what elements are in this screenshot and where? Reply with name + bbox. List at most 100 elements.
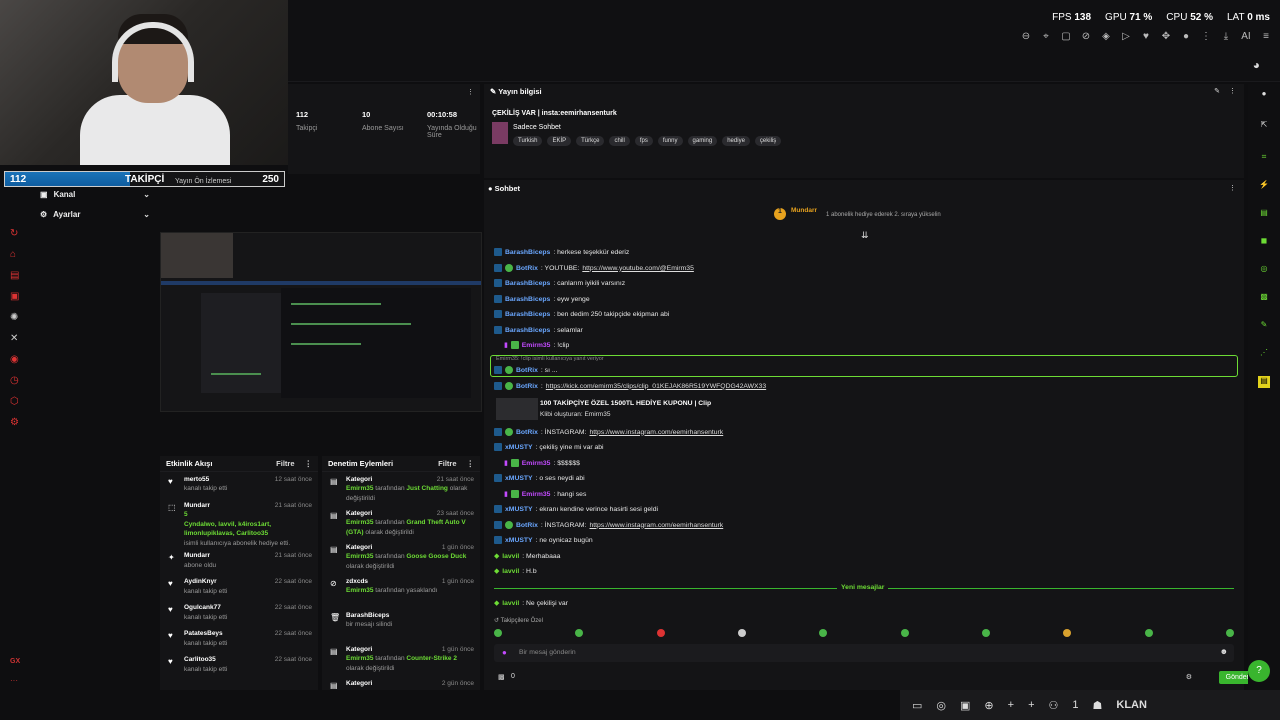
chat-message[interactable]: BotRix: İNSTAGRAM: https://www.instagram.… (494, 521, 723, 529)
filter-button[interactable]: Filtre (438, 459, 456, 468)
emote-icon[interactable] (1225, 629, 1234, 637)
chat-link[interactable]: https://www.instagram.com/eemirhansentur… (589, 429, 723, 436)
tag-chip[interactable]: fps (634, 136, 653, 146)
share-icon[interactable]: ⋰ (1258, 348, 1270, 360)
moderator[interactable]: Emirm35 (346, 485, 373, 492)
moderation-item[interactable]: ▤ Kategori Emirm35 tarafından Grand Theft … (322, 506, 480, 540)
emote-icon[interactable] (981, 629, 990, 637)
zoom-icon[interactable]: ⊖ (1020, 31, 1032, 42)
emote-icon[interactable] (819, 629, 828, 637)
chat-link[interactable]: https://kick.com/emirm35/clips/clip_01KE… (546, 383, 766, 390)
chat-message[interactable]: xMUSTY: o ses neydi abi (494, 474, 585, 482)
activity-item[interactable]: ♥ PatatesBeys kanalı takip etti 22 saat önc… (160, 626, 318, 652)
settings-gear-icon[interactable]: ⚙ (1186, 673, 1192, 681)
menu-icon[interactable]: ≡ (1260, 31, 1272, 42)
broadcast-icon[interactable]: ◎ (1258, 264, 1270, 276)
players-icon[interactable]: ⚇ (1049, 699, 1059, 712)
chat-username[interactable]: BarashBiceps (505, 327, 550, 334)
emote-icon[interactable] (1063, 629, 1072, 637)
chat-icon[interactable]: ▭ (912, 699, 922, 712)
tag-chip[interactable]: Türkçe (576, 136, 605, 146)
activity-item[interactable]: ⬚ Mundarr 5 Cyndalwo, lavvil, k4iros1art, l… (160, 498, 318, 548)
chat-username[interactable]: xMUSTY (505, 444, 533, 451)
settings-icon[interactable]: ⚙ (10, 417, 19, 428)
help-button[interactable]: ? (1248, 660, 1270, 682)
globe-icon[interactable]: ⊕ (984, 699, 993, 712)
bolt-icon[interactable]: ⚡ (1258, 180, 1270, 192)
heart-icon[interactable]: ♥ (1140, 31, 1152, 42)
moderator[interactable]: Emirm35 (346, 519, 373, 526)
more-icon[interactable]: ⋮ (1229, 87, 1236, 95)
moderator[interactable]: Emirm35 (346, 587, 373, 594)
gift-icon[interactable]: ▩ (1258, 292, 1270, 304)
chat-message[interactable]: BotRix: YOUTUBE: https://www.youtube.com/… (494, 264, 694, 272)
play-icon[interactable]: ▷ (1120, 31, 1132, 42)
emote-icon[interactable] (900, 629, 909, 637)
chat-username[interactable]: Emirm35 (522, 460, 551, 467)
more-icon[interactable]: ⋮ (467, 459, 475, 468)
chat-username[interactable]: BotRix (516, 522, 538, 529)
moderation-item[interactable]: ▤ Kategori 2 gün önce (322, 676, 480, 710)
edit-icon[interactable]: ✎ (1214, 87, 1220, 95)
more-icon[interactable]: ⋮ (467, 88, 474, 96)
chat-message[interactable]: BarashBiceps: eyw yenge (494, 295, 590, 303)
chat-link[interactable]: https://www.youtube.com/@Emirm35 (582, 265, 694, 272)
nav-kanal[interactable]: ▣ Kanal ⌄ (40, 190, 150, 199)
clan-icon[interactable]: ☗ (1093, 699, 1103, 712)
chat-username[interactable]: BarashBiceps (505, 249, 550, 256)
tag-chip[interactable]: funny (657, 136, 683, 146)
stream-preview[interactable] (160, 232, 482, 412)
chat-message[interactable]: BarashBiceps: canlarım iyikili varsınız (494, 279, 625, 287)
chat-message[interactable]: BotRix: İNSTAGRAM: https://www.instagram.… (494, 428, 723, 436)
chat-username[interactable]: BotRix (516, 383, 538, 390)
chat-message[interactable]: BarashBiceps: herkese teşekkür ederiz (494, 248, 629, 256)
chat-message[interactable]: ◆ lavvil: Merhabaaa (494, 552, 560, 561)
chat-username[interactable]: BotRix (516, 429, 538, 436)
moderation-item[interactable]: 🗑 BarashBiceps bir mesajı silindi (322, 608, 480, 642)
tag-chip[interactable]: EKİP (547, 136, 572, 146)
activity-item[interactable]: ♥ AydinKnyr kanalı takip etti 22 saat önce (160, 574, 318, 600)
chat-username[interactable]: BarashBiceps (505, 280, 550, 287)
tag-chip[interactable]: gaming (687, 136, 718, 146)
cube-icon[interactable]: ⬡ (10, 396, 19, 407)
moderation-item[interactable]: ▤ Kategori Emirm35 tarafından Just Chattin… (322, 472, 480, 506)
pubg-icon[interactable]: ▣ (960, 699, 970, 712)
chat-username[interactable]: xMUSTY (505, 475, 533, 482)
nav-ayarlar[interactable]: ⚙ Ayarlar ⌄ (40, 210, 150, 219)
emoji-icon[interactable]: ☻ (1220, 647, 1228, 656)
tag-chip[interactable]: Turkish (513, 136, 543, 146)
note-icon[interactable]: ▤ (1258, 376, 1270, 388)
shield-icon[interactable]: ◈ (1100, 31, 1112, 42)
filter-button[interactable]: Filtre (276, 459, 294, 468)
chat-username[interactable]: lavvil (502, 568, 519, 575)
activity-item[interactable]: ♥ merto55 kanalı takip etti 12 saat önce (160, 472, 318, 498)
clip-title[interactable]: 100 TAKİPÇİYE ÖZEL 1500TL HEDİYE KUPONU … (540, 400, 711, 407)
compass-icon[interactable]: ◎ (936, 699, 946, 712)
tag-chip[interactable]: çekiliş (754, 136, 782, 146)
clipboard-icon[interactable]: ▤ (1258, 208, 1270, 220)
chat-username[interactable]: xMUSTY (505, 537, 533, 544)
gamepad-icon[interactable]: ◕ (1253, 58, 1260, 72)
activity-item[interactable]: ♥ Ogulcank77 kanalı takip etti 22 saat önce (160, 600, 318, 626)
chat-message[interactable]: xMUSTY: çekiliş yine mi var abi (494, 443, 604, 451)
chat-username[interactable]: BotRix (516, 265, 538, 272)
chatgpt-icon[interactable]: ✺ (10, 312, 19, 323)
gift-icon[interactable]: ▩ (498, 673, 505, 681)
chat-message[interactable]: BarashBiceps: ben dedim 250 takipçide ek… (494, 310, 669, 318)
avatar[interactable]: ● (1180, 31, 1192, 42)
chat-username[interactable]: xMUSTY (505, 506, 533, 513)
player-icon[interactable]: ◉ (10, 354, 19, 365)
chat-message[interactable]: ◆ lavvil: H.b (494, 567, 537, 576)
cursor-icon[interactable]: ⇱ (1258, 120, 1270, 132)
capture-icon[interactable]: ⌗ (1258, 152, 1270, 164)
ai-button[interactable]: AI (1240, 31, 1252, 42)
x-icon[interactable]: ✕ (10, 333, 19, 344)
more-icon[interactable]: ⋮ (305, 459, 313, 468)
clip-thumbnail[interactable] (496, 398, 538, 420)
wrench-icon[interactable]: ✎ (1258, 320, 1270, 332)
crop-icon[interactable]: ▢ (1060, 31, 1072, 42)
chat-message[interactable]: xMUSTY: ne oynicaz bugün (494, 536, 593, 544)
puzzle-icon[interactable]: ✥ (1160, 31, 1172, 42)
more-icon[interactable]: ⋮ (1229, 184, 1236, 192)
emote-icon[interactable] (656, 629, 665, 637)
